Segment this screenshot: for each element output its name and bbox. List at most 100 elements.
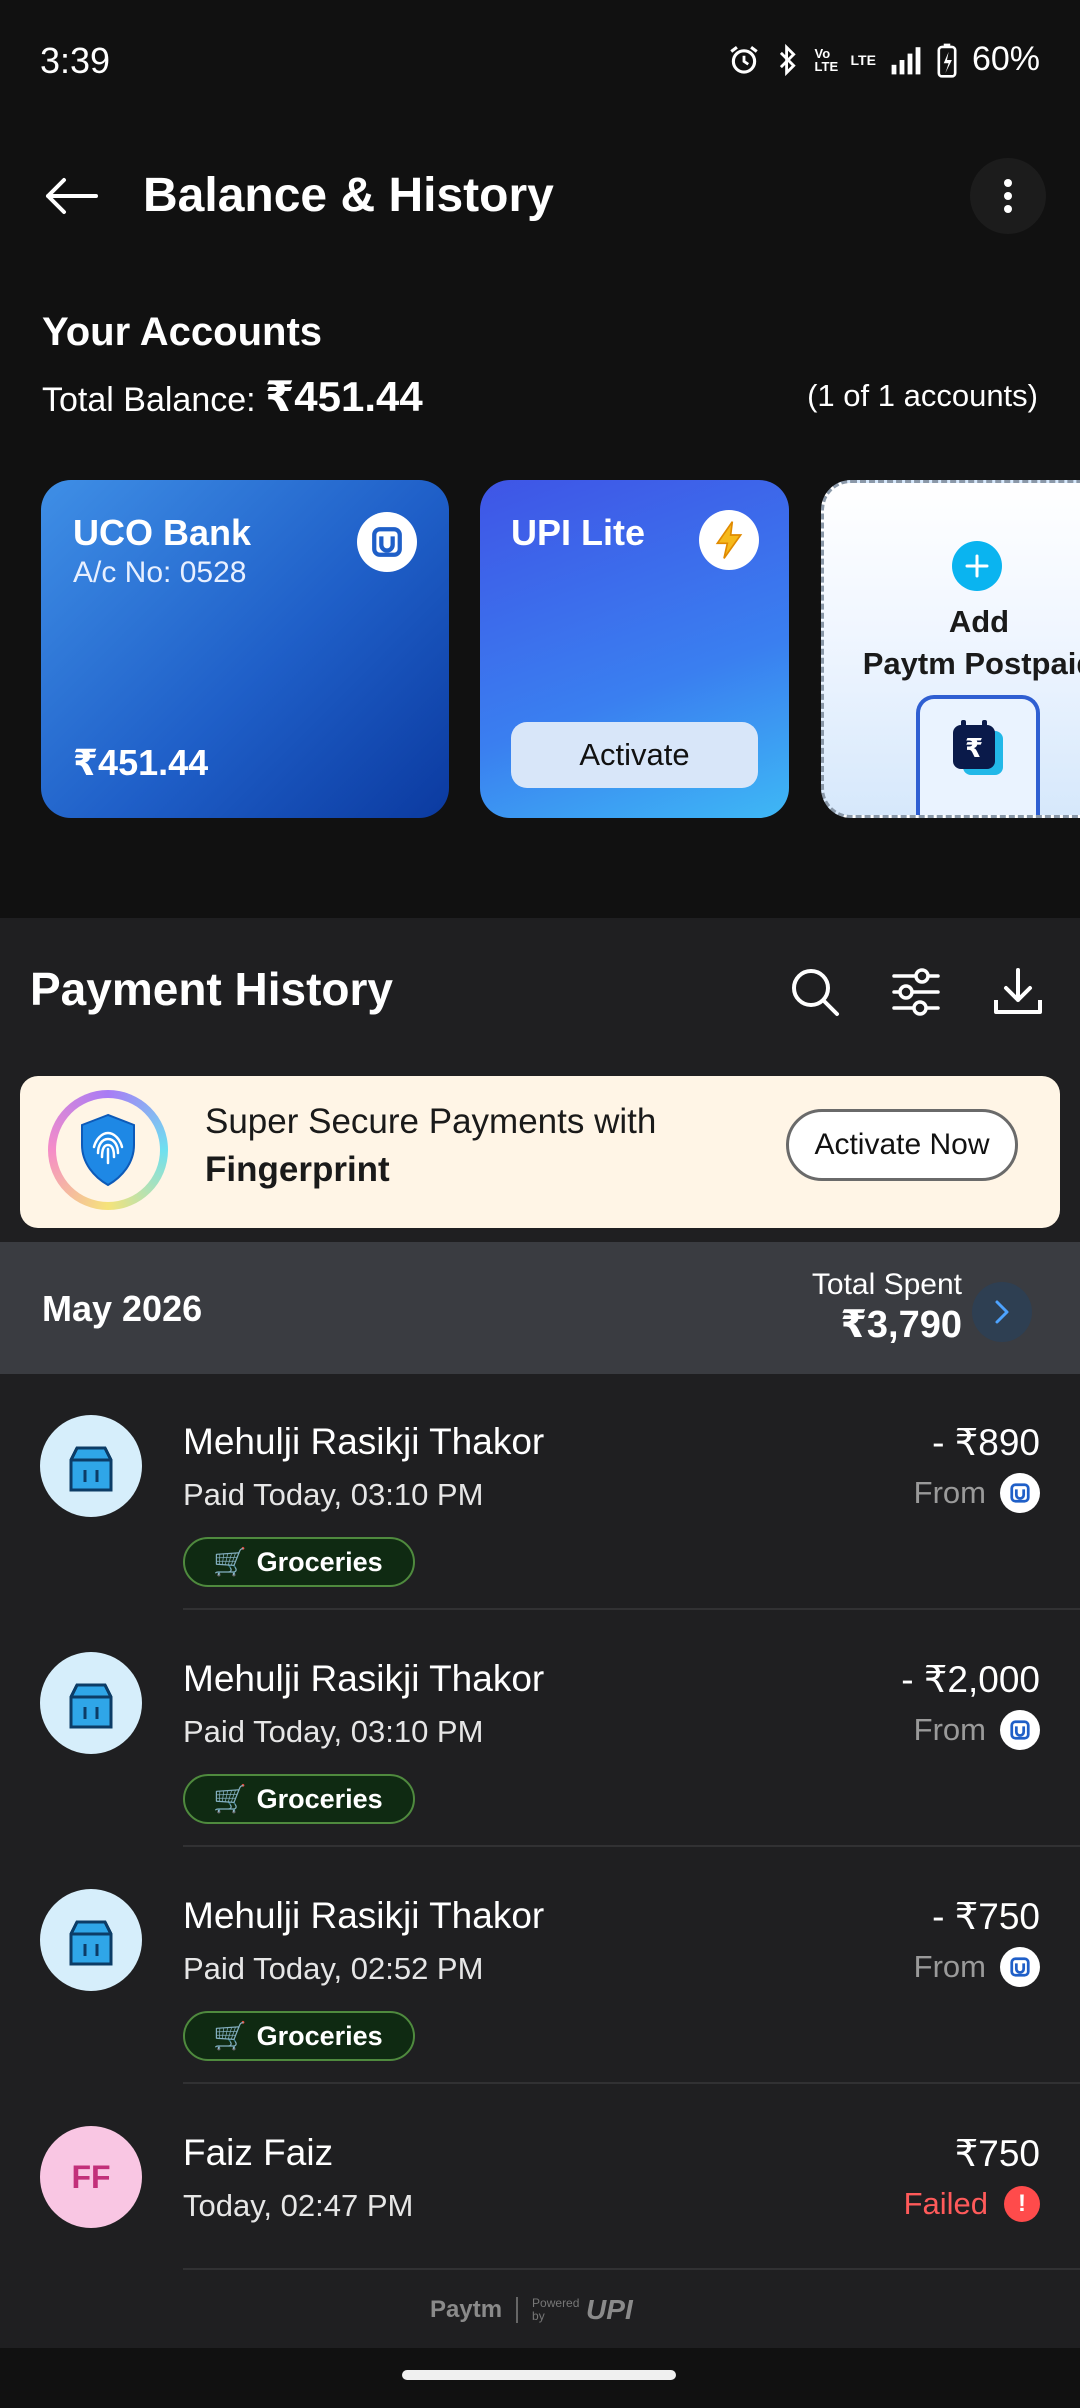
add-paytm-postpaid-card[interactable]: Add Paytm Postpaid ₹ — [821, 480, 1080, 818]
payee-name: Faiz Faiz — [183, 2132, 334, 2173]
divider — [183, 1845, 1080, 1847]
alarm-icon — [729, 45, 758, 74]
search-icon — [792, 969, 839, 1016]
month-label: May 2026 — [42, 1288, 203, 1329]
battery-icon — [937, 43, 957, 78]
payment-amount: ₹750 — [954, 2133, 1040, 2174]
fingerprint-promo-banner[interactable]: Super Secure Payments with Fingerprint A… — [20, 1076, 1060, 1228]
more-options-button[interactable] — [970, 158, 1046, 234]
avatar — [40, 1415, 142, 1517]
navigation-bar — [0, 2348, 1080, 2408]
bank-name: UCO Bank — [73, 512, 252, 553]
divider — [183, 1608, 1080, 1610]
add-postpaid-text: Add Paytm Postpaid — [824, 601, 1080, 685]
payee-name: Mehulji Rasikji Thakor — [183, 1421, 545, 1462]
more-vertical-icon — [1004, 179, 1012, 213]
upi-lite-title: UPI Lite — [511, 512, 646, 553]
uco-bank-logo-icon — [1000, 1710, 1040, 1750]
search-button[interactable] — [783, 960, 847, 1024]
total-balance-label: Total Balance: — [42, 381, 266, 419]
divider — [183, 2082, 1080, 2084]
filter-button[interactable] — [884, 960, 948, 1024]
back-arrow-icon — [46, 178, 98, 214]
bluetooth-icon — [779, 43, 796, 76]
payee-name: Mehulji Rasikji Thakor — [183, 1658, 545, 1699]
plus-icon — [952, 541, 1002, 591]
battery-percent: 60% — [971, 40, 1040, 78]
footer-branding: Paytm Powered by UPI — [430, 2294, 633, 2326]
fingerprint-shield-icon — [81, 1113, 135, 1187]
category-label: Groceries — [256, 1783, 383, 1814]
activate-now-button[interactable]: Activate Now — [786, 1109, 1018, 1181]
payment-source: From — [914, 1947, 1040, 1987]
divider — [183, 2268, 1080, 2270]
avatar — [40, 1889, 142, 1991]
back-button[interactable] — [36, 160, 108, 232]
grocery-bag-icon — [69, 1920, 113, 1966]
payment-source: From — [914, 1710, 1040, 1750]
month-detail-button[interactable] — [972, 1282, 1032, 1342]
calendar-rupee-icon: ₹ — [953, 720, 1003, 775]
home-indicator[interactable] — [402, 2370, 676, 2380]
promo-line: Super Secure Payments with — [205, 1102, 657, 1141]
payment-amount: - ₹750 — [932, 1896, 1040, 1937]
transaction-row[interactable]: Mehulji Rasikji Thakor Paid Today, 03:10… — [0, 1393, 1080, 1629]
payment-time: Paid Today, 03:10 PM — [183, 1477, 484, 1512]
category-label: Groceries — [256, 1546, 383, 1577]
payment-time: Paid Today, 02:52 PM — [183, 1951, 484, 1986]
month-summary-bar[interactable]: May 2026 Total Spent ₹3,790 — [0, 1242, 1080, 1374]
payment-status: Failed ! — [904, 2186, 1040, 2222]
category-label: Groceries — [256, 2020, 383, 2051]
promo-text: Super Secure Payments with Fingerprint — [205, 1098, 656, 1194]
page-title: Balance & History — [143, 169, 554, 222]
category-tag[interactable]: 🛒 Groceries — [183, 2011, 415, 2061]
payment-time: Paid Today, 03:10 PM — [183, 1714, 484, 1749]
transaction-row[interactable]: Mehulji Rasikji Thakor Paid Today, 03:10… — [0, 1630, 1080, 1866]
footer-separator — [516, 2297, 519, 2323]
powered-by-label: Powered by — [532, 2296, 580, 2323]
download-icon — [994, 968, 1042, 1014]
account-number: A/c No: 0528 — [73, 556, 247, 589]
total-spent-amount: ₹3,790 — [840, 1304, 962, 1346]
add-label: Add — [948, 604, 1010, 639]
volte-icon: Vo LTE — [814, 45, 839, 74]
accounts-heading: Your Accounts — [42, 310, 323, 354]
lte-icon: LTE — [850, 51, 876, 68]
payment-history-title: Payment History — [30, 963, 394, 1015]
from-label: From — [913, 1712, 986, 1747]
from-label: From — [913, 1949, 986, 1984]
status-bar: 3:39 Vo LTE LTE 60% — [0, 0, 1080, 120]
uco-bank-card[interactable]: UCO Bank A/c No: 0528 ₹451.44 — [41, 480, 449, 818]
upi-lite-card[interactable]: UPI Lite Activate — [480, 480, 789, 818]
chevron-right-icon — [995, 1300, 1009, 1324]
transaction-row[interactable]: FF Faiz Faiz Today, 02:47 PM ₹750 Failed… — [0, 2104, 1080, 2264]
lightning-icon — [699, 510, 759, 570]
upi-lite-activate-button[interactable]: Activate — [511, 722, 758, 788]
cart-icon: 🛒 — [213, 1547, 247, 1577]
status-time: 3:39 — [40, 40, 111, 81]
payment-time: Today, 02:47 PM — [183, 2188, 414, 2223]
cart-icon: 🛒 — [213, 2021, 247, 2051]
upi-logo: UPI — [586, 2294, 633, 2325]
cart-icon: 🛒 — [213, 1784, 247, 1814]
fingerprint-badge — [48, 1090, 168, 1210]
download-button[interactable] — [986, 960, 1050, 1024]
status-icons: Vo LTE LTE 60% — [727, 40, 1040, 79]
payment-source: From — [914, 1473, 1040, 1513]
promo-bold: Fingerprint — [205, 1150, 390, 1189]
uco-bank-logo-icon — [357, 512, 417, 572]
category-tag[interactable]: 🛒 Groceries — [183, 1774, 415, 1824]
from-label: From — [913, 1475, 986, 1510]
category-tag[interactable]: 🛒 Groceries — [183, 1537, 415, 1587]
paytm-logo: Paytm — [430, 2296, 503, 2323]
accounts-count: (1 of 1 accounts) — [807, 378, 1038, 413]
svg-text:₹: ₹ — [965, 734, 983, 764]
bank-balance: ₹451.44 — [73, 742, 209, 783]
status-label: Failed — [903, 2186, 988, 2221]
transaction-row[interactable]: Mehulji Rasikji Thakor Paid Today, 02:52… — [0, 1867, 1080, 2103]
total-balance-amount: ₹451.44 — [265, 373, 423, 420]
uco-bank-logo-icon — [1000, 1473, 1040, 1513]
payee-name: Mehulji Rasikji Thakor — [183, 1895, 545, 1936]
alert-icon: ! — [1004, 2186, 1040, 2222]
grocery-bag-icon — [69, 1683, 113, 1729]
